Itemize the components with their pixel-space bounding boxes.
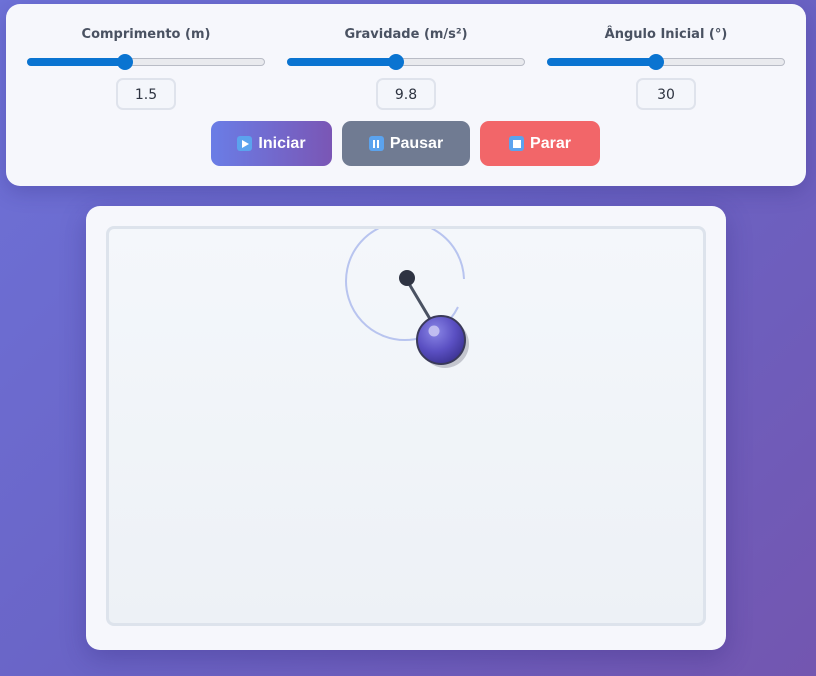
length-slider-thumb[interactable] [116,54,133,70]
start-button[interactable]: Iniciar [211,121,332,166]
simulation-stage [86,206,726,650]
angle-value-field[interactable]: 30 [636,78,696,110]
start-button-label: Iniciar [258,134,306,152]
length-slider[interactable] [27,52,265,72]
length-control: Comprimento (m) 1.5 [26,26,266,110]
control-panel: Comprimento (m) 1.5 Gravidade (m/s²) 9.8… [6,4,806,186]
angle-label: Ângulo Inicial (°) [604,27,728,42]
gravity-control: Gravidade (m/s²) 9.8 [286,26,526,110]
angle-slider-fill [547,58,657,66]
stop-button-label: Parar [530,134,571,152]
pause-icon [368,136,384,151]
pendulum-drawing [345,229,469,368]
stop-button[interactable]: Parar [480,121,600,166]
gravity-slider-fill [287,58,397,66]
pivot-point [399,270,415,286]
pendulum-canvas[interactable] [106,226,706,626]
pause-button[interactable]: Pausar [342,121,470,166]
bob-highlight [428,325,440,337]
angle-slider-thumb[interactable] [648,54,665,70]
length-value-field[interactable]: 1.5 [116,78,176,110]
pendulum-bob[interactable] [416,315,466,365]
stop-icon [509,136,525,151]
gravity-label: Gravidade (m/s²) [344,27,468,42]
angle-slider[interactable] [547,52,785,72]
gravity-slider[interactable] [287,52,525,72]
gravity-slider-thumb[interactable] [388,54,405,70]
angle-control: Ângulo Inicial (°) 30 [546,26,786,110]
play-icon [237,136,253,151]
length-label: Comprimento (m) [81,27,211,42]
gravity-value-field[interactable]: 9.8 [376,78,436,110]
length-slider-fill [27,58,125,66]
pause-button-label: Pausar [389,134,444,152]
